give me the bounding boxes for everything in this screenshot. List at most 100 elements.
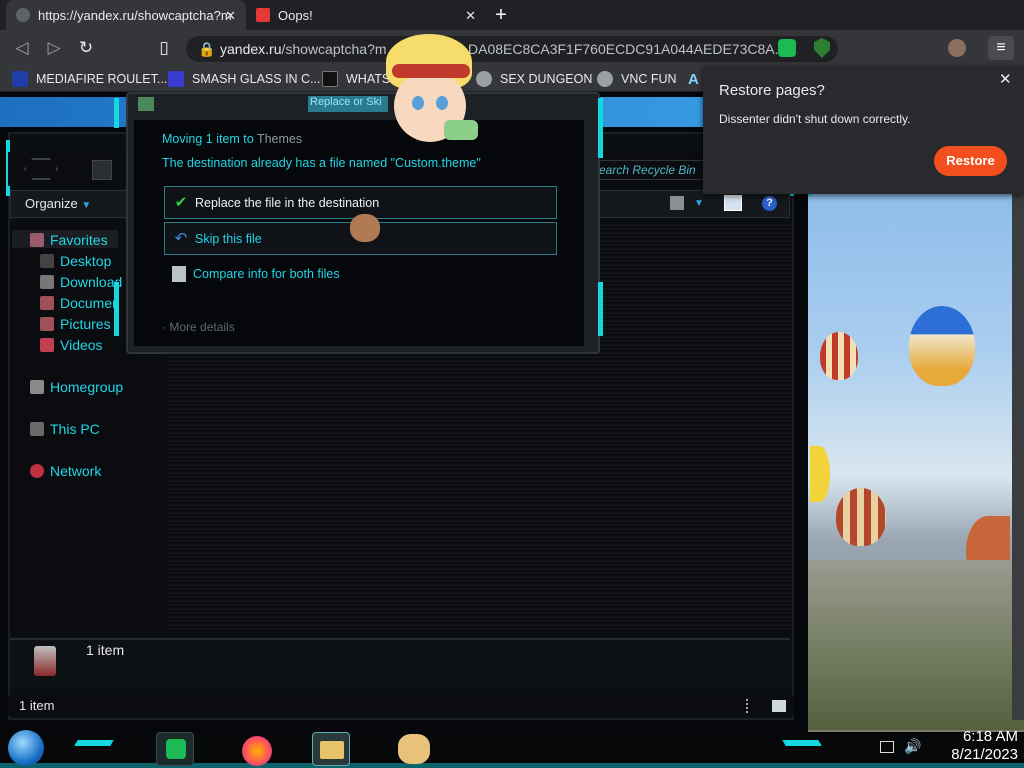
homegroup-icon bbox=[30, 380, 44, 394]
close-popup-icon[interactable]: ✕ bbox=[999, 70, 1012, 88]
computer-icon bbox=[30, 422, 44, 436]
nav-pictures[interactable]: Pictures bbox=[40, 315, 111, 333]
taskbar-glow bbox=[0, 763, 1024, 768]
tab-title: https://yandex.ru/showcaptcha?m bbox=[38, 7, 232, 23]
move-icon bbox=[138, 97, 154, 111]
details-view-icon[interactable] bbox=[746, 699, 752, 713]
bookmark-item[interactable]: WHATS bbox=[322, 69, 390, 89]
more-details-toggle[interactable]: · More details bbox=[162, 320, 235, 334]
frame-accent bbox=[598, 98, 603, 158]
bookmark-item[interactable]: SEX DUNGEON bbox=[476, 69, 592, 89]
nav-homegroup[interactable]: Homegroup bbox=[30, 378, 123, 396]
frame-accent bbox=[598, 282, 603, 336]
frame-accent bbox=[114, 98, 119, 128]
star-icon bbox=[30, 233, 44, 247]
bookmark-item[interactable]: VNC FUN bbox=[597, 69, 677, 89]
globe-icon bbox=[16, 8, 30, 22]
volume-icon[interactable]: 🔊 bbox=[904, 738, 921, 755]
address-bar[interactable]: 🔒 yandex.ru/showcaptcha?m DA08EC8CA3F1F7… bbox=[186, 36, 838, 62]
help-icon[interactable]: ? bbox=[762, 196, 777, 211]
bookmark-item[interactable]: MEDIAFIRE ROULET... bbox=[12, 69, 167, 89]
network-icon bbox=[30, 464, 44, 478]
preview-pane-icon[interactable] bbox=[724, 195, 742, 211]
recycle-bin-icon[interactable] bbox=[92, 160, 112, 180]
network-icon[interactable] bbox=[880, 741, 894, 753]
extension-icon[interactable] bbox=[778, 39, 796, 57]
page-scrollbar[interactable] bbox=[1012, 144, 1024, 720]
balloon-image bbox=[909, 306, 975, 386]
tab-title: Oops! bbox=[278, 7, 313, 23]
pictures-icon bbox=[40, 317, 54, 331]
system-clock[interactable]: 6:18 AM 8/21/2023 bbox=[928, 728, 1018, 764]
balloon-image bbox=[836, 488, 886, 546]
lock-icon: 🔒 bbox=[198, 41, 216, 57]
organize-button[interactable]: Organize ▼ bbox=[25, 196, 91, 211]
restore-title: Restore pages? bbox=[719, 82, 825, 99]
clock-date: 8/21/2023 bbox=[951, 746, 1018, 763]
balloon-image bbox=[810, 446, 830, 502]
bookmark-favicon-icon bbox=[168, 71, 184, 87]
dialog-moving-line: Moving 1 item to Themes bbox=[162, 132, 303, 146]
nav-network[interactable]: Network bbox=[30, 462, 101, 480]
taskbar-app-explorer[interactable] bbox=[312, 732, 350, 766]
avatar[interactable] bbox=[948, 39, 966, 57]
menu-icon[interactable]: ≡ bbox=[988, 36, 1014, 60]
nav-desktop[interactable]: Desktop bbox=[40, 252, 111, 270]
nav-favorites[interactable]: Favorites bbox=[30, 231, 108, 249]
large-icons-view-icon[interactable] bbox=[772, 700, 786, 712]
reload-icon[interactable]: ↻ bbox=[76, 38, 96, 58]
balloon-image bbox=[820, 332, 858, 380]
tab-oops[interactable]: Oops! ✕ bbox=[246, 0, 486, 30]
yandex-icon bbox=[256, 8, 270, 22]
new-tab-button[interactable]: + bbox=[492, 5, 510, 25]
url-path: /showcaptcha?m bbox=[281, 41, 387, 57]
bookmark-favicon-icon bbox=[322, 71, 338, 87]
nav-videos[interactable]: Videos bbox=[40, 336, 103, 354]
nav-documents[interactable]: Documen bbox=[40, 294, 120, 312]
taskbar-app-character[interactable] bbox=[396, 732, 434, 766]
restore-message: Dissenter didn't shut down correctly. bbox=[719, 112, 911, 126]
nav-downloads[interactable]: Download bbox=[40, 273, 122, 291]
bookmark-item[interactable]: A bbox=[688, 69, 699, 89]
taskbar-accent bbox=[782, 740, 822, 746]
dialog-title-hint: Replace or Ski bbox=[308, 96, 388, 112]
view-options-icon[interactable] bbox=[670, 196, 684, 210]
back-icon[interactable]: ◁ bbox=[12, 38, 32, 58]
chevron-down-icon[interactable]: ▼ bbox=[694, 198, 704, 209]
taskbar-app-firefox[interactable] bbox=[240, 732, 278, 766]
checkmark-icon: ✔ bbox=[174, 193, 188, 211]
chevron-down-icon: ▼ bbox=[81, 200, 92, 211]
compare-files-option[interactable]: Compare info for both files bbox=[172, 266, 340, 282]
skip-arrow-icon: ↶ bbox=[174, 229, 188, 247]
desktop-icon bbox=[40, 254, 54, 268]
cartoon-sticker bbox=[382, 34, 478, 152]
start-button[interactable] bbox=[8, 730, 44, 766]
bookmark-item[interactable]: SMASH GLASS IN C... bbox=[168, 69, 321, 89]
close-tab-icon[interactable]: ✕ bbox=[225, 8, 236, 24]
close-tab-icon[interactable]: ✕ bbox=[465, 8, 476, 24]
gear-icon bbox=[597, 71, 613, 87]
status-bar: 1 item bbox=[8, 696, 794, 716]
compare-icon bbox=[172, 266, 186, 282]
details-item-count: 1 item bbox=[86, 642, 125, 658]
url-host: yandex.ru bbox=[220, 41, 282, 57]
dialog-conflict-message: The destination already has a file named… bbox=[162, 156, 481, 170]
tab-yandex[interactable]: https://yandex.ru/showcaptcha?m ✕ bbox=[6, 0, 246, 30]
nav-this-pc[interactable]: This PC bbox=[30, 420, 100, 438]
mediafire-icon bbox=[12, 71, 28, 87]
recycle-bin-icon bbox=[34, 646, 56, 676]
forward-icon[interactable]: ▷ bbox=[44, 38, 64, 58]
clock-time: 6:18 AM bbox=[962, 728, 1018, 745]
restore-button[interactable]: Restore bbox=[934, 146, 1007, 176]
gear-icon bbox=[476, 71, 492, 87]
url-tail: DA08EC8CA3F1F760ECDC91A044AEDE73C8A... bbox=[468, 41, 787, 57]
bookmark-icon[interactable]: ▯ bbox=[154, 38, 174, 58]
details-pane bbox=[10, 638, 790, 688]
taskbar-accent bbox=[74, 740, 114, 746]
document-icon bbox=[40, 296, 54, 310]
videos-icon bbox=[40, 338, 54, 352]
taskbar-app-spotify[interactable] bbox=[156, 732, 194, 766]
valley-image bbox=[808, 560, 1024, 730]
frame-accent bbox=[114, 282, 119, 336]
download-icon bbox=[40, 275, 54, 289]
